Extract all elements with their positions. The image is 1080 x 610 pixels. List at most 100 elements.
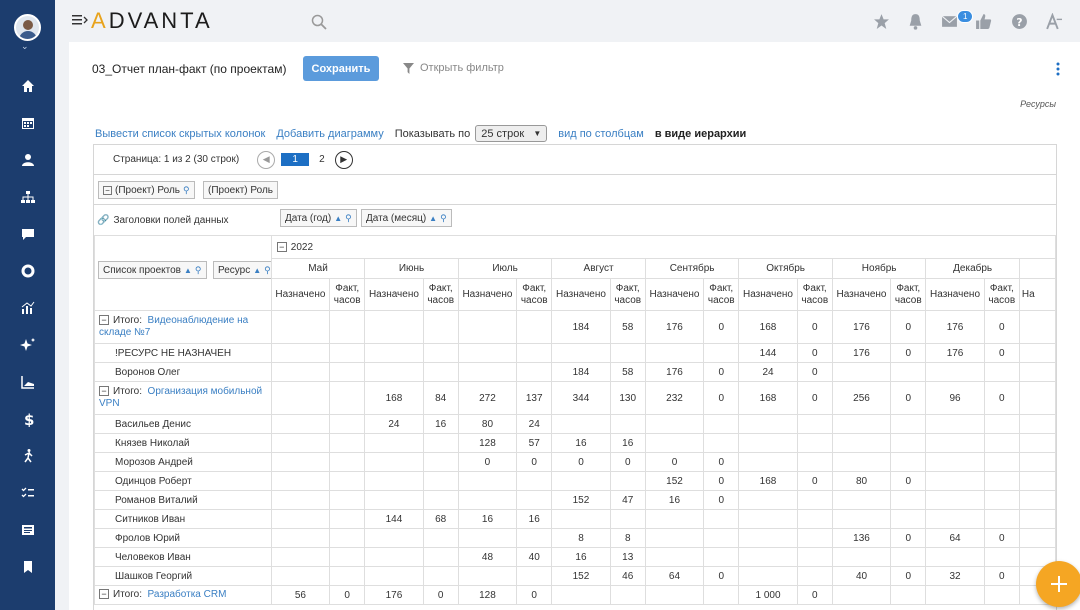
chart-icon[interactable] <box>0 369 55 395</box>
role-filter-chip[interactable]: − (Проект) Роль ⚲ <box>98 181 195 199</box>
planned-header[interactable]: Назначено <box>738 278 798 311</box>
month-header[interactable]: Июнь <box>364 258 459 279</box>
planned-header[interactable]: Назначено <box>831 278 892 311</box>
sort-up-icon[interactable]: ▲ <box>253 266 261 275</box>
month-field-chip[interactable]: Дата (месяц) ▲ ⚲ <box>361 209 452 227</box>
open-filter-button[interactable]: Открыть фильтр <box>403 62 504 74</box>
actual-header[interactable]: Факт, часов <box>703 278 740 311</box>
project-total-row: − Итого: Разработка CRM 56 0 176 0 128 0 1 000 0 <box>94 585 1056 605</box>
project-cell[interactable]: − Итого: Организация мобильной VPN <box>94 381 272 415</box>
planned-header[interactable]: Назначено <box>457 278 518 311</box>
collapse-icon[interactable]: − <box>99 315 109 326</box>
prev-page-icon[interactable]: ◀ <box>257 150 276 169</box>
planned-header[interactable]: Назначено <box>364 278 424 311</box>
data-headers-label: Заголовки полей данных <box>113 215 229 226</box>
news-icon[interactable] <box>0 517 55 543</box>
users-icon[interactable] <box>0 147 55 173</box>
month-header[interactable]: Август <box>551 258 646 279</box>
help-icon[interactable]: ? <box>1011 13 1028 30</box>
planned-header[interactable]: Назначено <box>644 278 705 311</box>
actual-cell: 0 <box>609 452 646 472</box>
refresh-icon[interactable] <box>0 258 55 284</box>
sort-up-icon[interactable]: ▲ <box>184 266 192 275</box>
bookmark-icon[interactable] <box>0 554 55 580</box>
analytics-icon[interactable] <box>0 295 55 321</box>
actual-cell <box>422 433 459 453</box>
calendar-icon[interactable] <box>0 110 55 136</box>
month-header[interactable]: Октябрь <box>738 258 833 279</box>
project-name-link[interactable]: Разработка CRM <box>148 589 227 600</box>
advanta-logo[interactable]: ADVANTA <box>91 8 213 34</box>
home-icon[interactable] <box>0 73 55 99</box>
save-button[interactable]: Сохранить <box>303 56 379 81</box>
menu-icon[interactable] <box>72 13 88 27</box>
actual-cell <box>422 452 459 472</box>
page-1-button[interactable]: 1 <box>281 153 310 166</box>
actual-header[interactable]: Факт, часов <box>983 278 1020 311</box>
chevron-down-icon[interactable]: ⌄ <box>21 41 29 52</box>
planned-cell <box>644 414 705 434</box>
month-header[interactable]: Май <box>270 258 366 279</box>
month-header[interactable]: Декабрь <box>925 258 1020 279</box>
resource-chip[interactable]: Ресурс ▲ ⚲ <box>213 261 271 279</box>
actual-cell <box>983 585 1020 605</box>
actual-header[interactable]: Факт, часов <box>516 278 553 311</box>
collapse-icon[interactable]: − <box>99 386 109 397</box>
planned-cell <box>457 343 518 363</box>
month-header[interactable]: Сентябрь <box>644 258 740 279</box>
actual-cell: 0 <box>516 452 553 472</box>
planned-header[interactable]: Назначено <box>270 278 331 311</box>
search-icon[interactable] <box>311 14 327 30</box>
checklist-icon[interactable] <box>0 480 55 506</box>
collapse-icon[interactable]: − <box>276 241 287 252</box>
dollar-icon[interactable]: $ <box>0 406 55 432</box>
thumbs-up-icon[interactable] <box>975 13 992 30</box>
mail-icon[interactable] <box>941 13 958 30</box>
hierarchy-view-label[interactable]: в виде иерархии <box>655 128 746 140</box>
filter-icon[interactable]: ⚲ <box>183 185 190 196</box>
next-page-icon[interactable]: ▶ <box>334 150 353 169</box>
projects-list-chip[interactable]: Список проектов ▲ ⚲ <box>98 261 207 279</box>
year-cell[interactable]: −2022 <box>270 235 1056 259</box>
star-icon[interactable] <box>873 13 890 30</box>
rows-per-page-select[interactable]: 25 строк ▼ <box>475 125 548 142</box>
month-header[interactable]: Июль <box>457 258 553 279</box>
planned-header[interactable]: Назначено <box>925 278 985 311</box>
month-header-partial <box>1018 258 1056 279</box>
actual-header[interactable]: Факт, часов <box>890 278 927 311</box>
font-size-icon[interactable] <box>1045 13 1062 30</box>
filter-icon[interactable]: ⚲ <box>264 265 270 276</box>
project-cell[interactable]: − Итого: Разработка CRM <box>94 585 272 605</box>
structure-icon[interactable] <box>0 184 55 210</box>
add-fab-button[interactable] <box>1036 561 1080 607</box>
actual-cell: 16 <box>609 433 646 453</box>
actual-cell <box>329 509 366 529</box>
add-chart-link[interactable]: Добавить диаграмму <box>276 128 383 140</box>
role-filter-chip-2[interactable]: (Проект) Роль <box>203 181 278 199</box>
sort-up-icon[interactable]: ▲ <box>334 214 342 223</box>
actual-header[interactable]: Факт, часов <box>329 278 366 311</box>
year-field-chip[interactable]: Дата (год) ▲ ⚲ <box>280 209 357 227</box>
actual-cell <box>516 310 553 344</box>
page-2-button[interactable]: 2 <box>319 154 325 165</box>
sparkle-icon[interactable] <box>0 332 55 358</box>
user-avatar[interactable] <box>14 14 41 41</box>
collapse-icon[interactable]: − <box>99 589 109 600</box>
run-icon[interactable] <box>0 443 55 469</box>
actual-header[interactable]: Факт, часов <box>609 278 646 311</box>
more-options-icon[interactable] <box>1056 62 1060 76</box>
filter-icon[interactable]: ⚲ <box>440 213 447 224</box>
actual-header[interactable]: Факт, часов <box>422 278 459 311</box>
sort-up-icon[interactable]: ▲ <box>429 214 437 223</box>
bell-icon[interactable] <box>907 13 924 30</box>
filter-icon[interactable]: ⚲ <box>345 213 352 224</box>
project-cell[interactable]: − Итого: Видеонаблюдение на складе №7 <box>94 310 272 344</box>
hidden-columns-link[interactable]: Вывести список скрытых колонок <box>95 128 265 140</box>
chat-icon[interactable] <box>0 221 55 247</box>
filter-icon[interactable]: ⚲ <box>195 265 202 276</box>
planned-header[interactable]: Назначено <box>551 278 611 311</box>
actual-header[interactable]: Факт, часов <box>796 278 833 311</box>
column-view-link[interactable]: вид по столбцам <box>558 128 644 140</box>
month-header[interactable]: Ноябрь <box>831 258 927 279</box>
actual-cell <box>983 414 1020 434</box>
